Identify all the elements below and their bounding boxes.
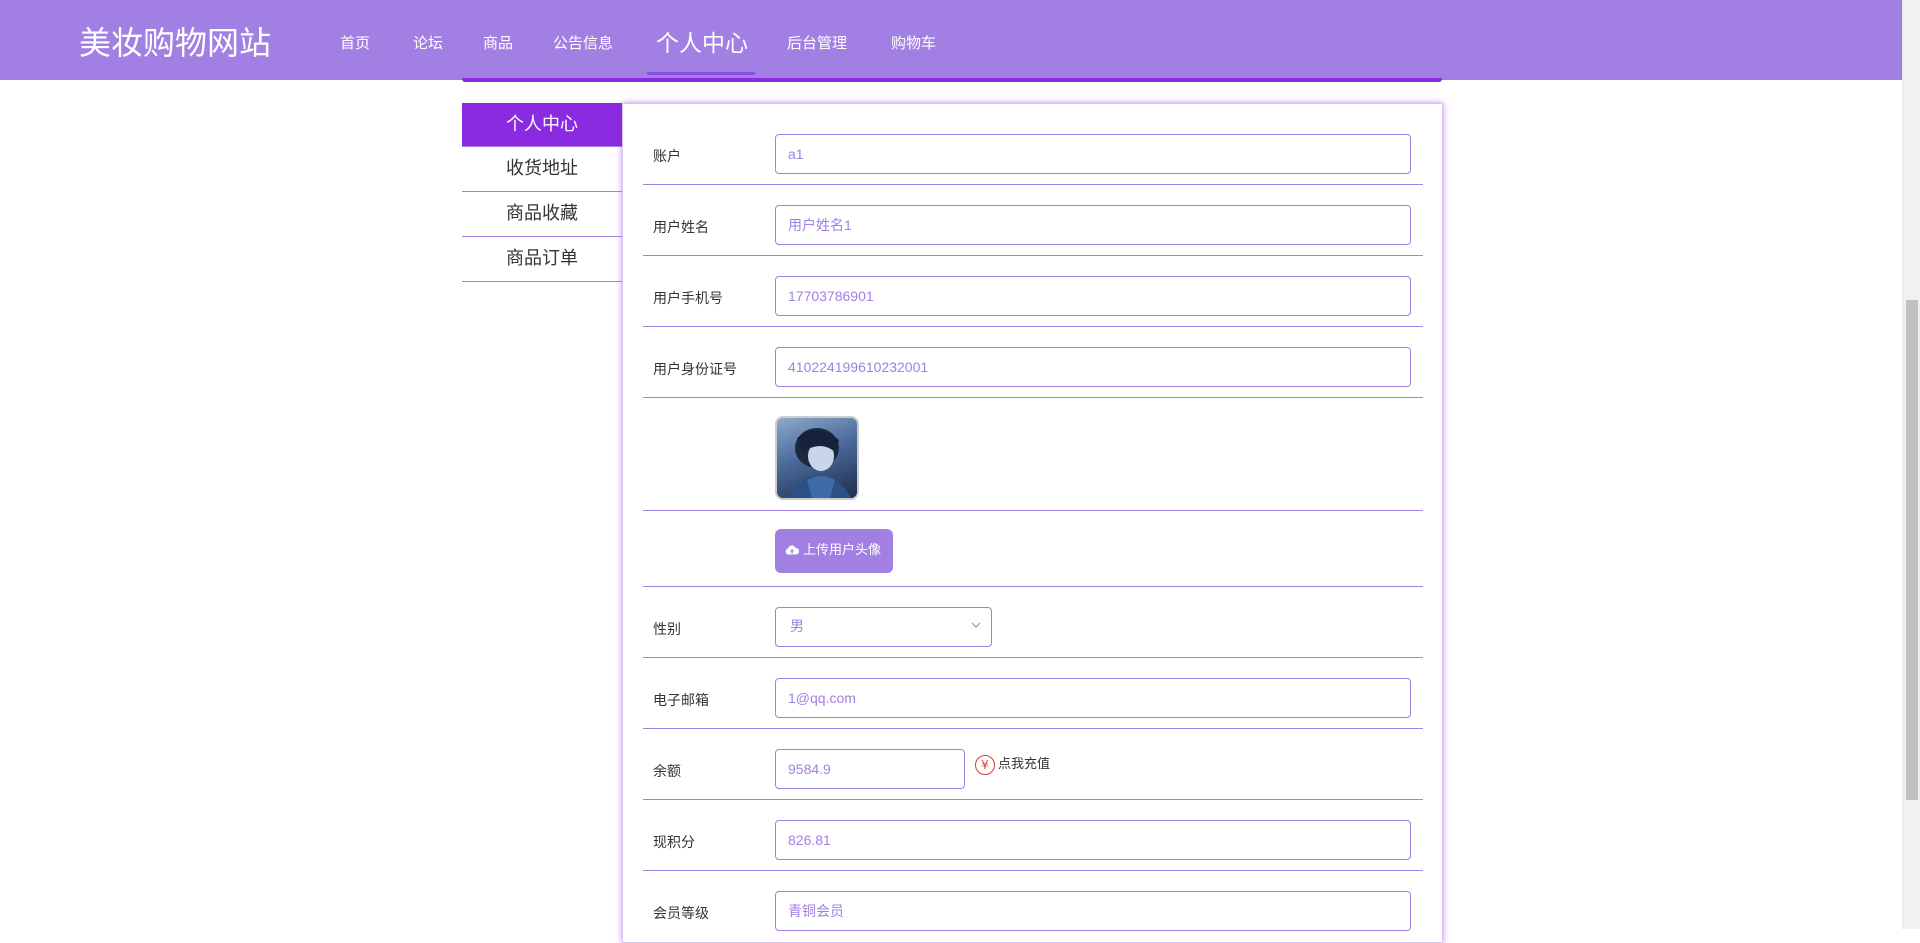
form-row-phone: 用户手机号 17703786901	[643, 256, 1423, 327]
nav-active-indicator	[647, 72, 755, 75]
form-row-upload: 上传用户头像	[643, 511, 1423, 587]
recharge-label: 点我充值	[998, 757, 1051, 772]
gender-label: 性别	[653, 622, 681, 638]
chevron-down-icon	[971, 622, 981, 628]
email-input[interactable]: 1@qq.com	[775, 678, 1411, 718]
header-accent-bar	[462, 78, 1442, 82]
form-row-username: 用户姓名 用户姓名1	[643, 185, 1423, 256]
sidebar-item-favorites[interactable]: 商品收藏	[462, 192, 622, 237]
site-logo[interactable]: 美妆购物网站	[79, 18, 271, 64]
nav-item-home[interactable]: 首页	[340, 32, 370, 53]
form-row-points: 现积分 826.81	[643, 800, 1423, 871]
id-card-input[interactable]: 410224199610232001	[775, 347, 1411, 387]
email-label: 电子邮箱	[653, 693, 709, 709]
form-row-gender: 性别 男	[643, 587, 1423, 658]
account-input[interactable]: a1	[775, 134, 1411, 174]
form-row-member-level: 会员等级 青铜会员	[643, 871, 1423, 942]
profile-form-panel: 账户 a1 用户姓名 用户姓名1 用户手机号 17703786901 用户身份证…	[622, 103, 1443, 943]
top-nav-bar: 美妆购物网站 首页 论坛 商品 公告信息 个人中心 后台管理 购物车	[0, 0, 1902, 80]
recharge-link[interactable]: ¥ 点我充值	[975, 753, 1050, 775]
form-row-balance: 余额 9584.9 ¥ 点我充值	[643, 729, 1423, 800]
account-label: 账户	[653, 149, 681, 165]
member-level-label: 会员等级	[653, 906, 709, 922]
sidebar-item-orders[interactable]: 商品订单	[462, 237, 622, 282]
form-row-avatar	[643, 398, 1423, 511]
id-card-label: 用户身份证号	[653, 362, 737, 378]
gender-selected-value: 男	[790, 619, 804, 635]
nav-item-announcements[interactable]: 公告信息	[553, 32, 613, 53]
balance-label: 余额	[653, 764, 681, 780]
nav-item-admin[interactable]: 后台管理	[787, 32, 847, 53]
form-row-account: 账户 a1	[643, 104, 1423, 185]
member-level-input[interactable]: 青铜会员	[775, 891, 1411, 931]
phone-input[interactable]: 17703786901	[775, 276, 1411, 316]
upload-avatar-label: 上传用户头像	[803, 543, 882, 558]
nav-item-forum[interactable]: 论坛	[413, 32, 443, 53]
sidebar-item-address[interactable]: 收货地址	[462, 147, 622, 192]
cloud-upload-icon	[785, 545, 799, 555]
scrollbar-thumb[interactable]	[1906, 300, 1918, 800]
username-input[interactable]: 用户姓名1	[775, 205, 1411, 245]
nav-item-cart[interactable]: 购物车	[891, 32, 936, 53]
nav-item-personal-center[interactable]: 个人中心	[656, 24, 748, 58]
sidebar-menu: 个人中心 收货地址 商品收藏 商品订单	[462, 103, 622, 282]
balance-input[interactable]: 9584.9	[775, 749, 965, 789]
form-row-id-card: 用户身份证号 410224199610232001	[643, 327, 1423, 398]
gender-select[interactable]: 男	[775, 607, 992, 647]
sidebar-item-personal-center[interactable]: 个人中心	[462, 103, 622, 147]
vertical-scrollbar[interactable]	[1902, 0, 1920, 929]
upload-avatar-button[interactable]: 上传用户头像	[775, 529, 893, 573]
nav-item-products[interactable]: 商品	[483, 32, 513, 53]
phone-label: 用户手机号	[653, 291, 723, 307]
user-avatar	[775, 416, 859, 500]
yen-icon: ¥	[975, 754, 995, 775]
points-input[interactable]: 826.81	[775, 820, 1411, 860]
form-row-email: 电子邮箱 1@qq.com	[643, 658, 1423, 729]
points-label: 现积分	[653, 835, 695, 851]
avatar-illustration-icon	[788, 428, 852, 498]
username-label: 用户姓名	[653, 220, 709, 236]
